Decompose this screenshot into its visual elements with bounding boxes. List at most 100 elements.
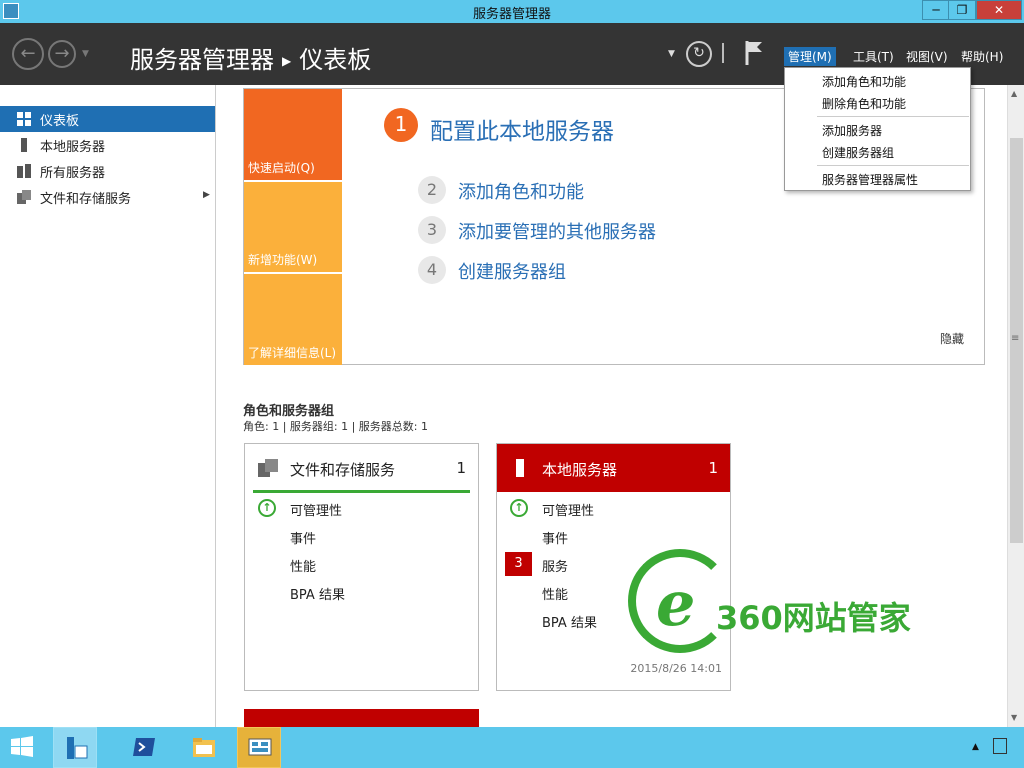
link-create-server-group[interactable]: 创建服务器组 xyxy=(458,258,566,284)
grip-icon: ≡ xyxy=(1011,333,1020,344)
menu-view[interactable]: 视图(V) xyxy=(902,47,952,66)
card-title: 本地服务器 xyxy=(542,461,618,479)
taskbar-file-explorer[interactable] xyxy=(182,727,226,768)
notifications-flag-icon[interactable] xyxy=(744,40,764,66)
watermark-logo: e 360网站管家 xyxy=(628,549,928,659)
sidebar-item-all-servers[interactable]: 所有服务器 xyxy=(0,158,215,184)
folder-icon xyxy=(193,738,215,757)
taskbar-server-manager[interactable] xyxy=(53,727,97,768)
status-bar xyxy=(253,490,470,493)
title-bar: 服务器管理器 ─ ❐ ✕ xyxy=(0,0,1024,23)
step-number: 2 xyxy=(418,176,446,204)
breadcrumb-root[interactable]: 服务器管理器 xyxy=(130,46,274,74)
menu-server-manager-properties[interactable]: 服务器管理器属性 xyxy=(822,171,918,188)
step-number: 1 xyxy=(384,108,418,142)
menu-tools[interactable]: 工具(T) xyxy=(849,47,898,66)
breadcrumb-current: 仪表板 xyxy=(299,46,372,74)
roles-section-title: 角色和服务器组 xyxy=(243,404,335,419)
step-number: 3 xyxy=(418,216,446,244)
menu-divider xyxy=(817,165,969,166)
card-row-services[interactable]: 服务 xyxy=(542,556,568,575)
tile-learn-more[interactable]: 了解详细信息(L) xyxy=(244,274,342,365)
sidebar-item-label: 本地服务器 xyxy=(40,140,106,155)
services-alert-badge: 3 xyxy=(505,552,532,576)
sidebar-item-label: 所有服务器 xyxy=(40,166,106,181)
restore-button[interactable]: ❐ xyxy=(948,0,976,20)
scroll-thumb[interactable]: ≡ xyxy=(1010,138,1023,543)
tile-label: 了解详细信息(L) xyxy=(248,346,337,360)
roles-summary: 角色: 1 | 服务器组: 1 | 服务器总数: 1 xyxy=(243,420,429,433)
link-configure-local-server[interactable]: 配置此本地服务器 xyxy=(430,112,614,146)
menu-add-servers[interactable]: 添加服务器 xyxy=(822,122,882,139)
tile-whats-new[interactable]: 新增功能(W) xyxy=(244,182,342,272)
sidebar-item-local-server[interactable]: 本地服务器 xyxy=(0,132,215,158)
ok-status-icon: ↑ xyxy=(258,499,276,517)
manage-dropdown-menu: 添加角色和功能 删除角色和功能 添加服务器 创建服务器组 服务器管理器属性 xyxy=(784,67,971,191)
card-row-events[interactable]: 事件 xyxy=(542,528,568,547)
menu-remove-roles[interactable]: 删除角色和功能 xyxy=(822,95,906,112)
server-manager-icon xyxy=(67,737,88,759)
card-row-events[interactable]: 事件 xyxy=(290,528,316,547)
card-row-performance[interactable]: 性能 xyxy=(290,556,316,575)
history-dropdown-icon[interactable]: ▼ xyxy=(82,49,89,59)
menu-add-roles[interactable]: 添加角色和功能 xyxy=(822,73,906,90)
dashboard-icon xyxy=(17,112,31,126)
network-icon[interactable] xyxy=(993,738,1007,754)
close-button[interactable]: ✕ xyxy=(976,0,1022,20)
header-divider xyxy=(722,43,724,63)
card-row-manageability[interactable]: 可管理性 xyxy=(290,500,342,519)
sidebar-item-label: 仪表板 xyxy=(40,114,80,129)
control-panel-icon xyxy=(248,738,272,756)
role-card-file-storage[interactable]: 文件和存储服务 1 ↑ 可管理性 事件 性能 BPA 结果 xyxy=(244,443,479,691)
taskbar-powershell[interactable] xyxy=(122,727,166,768)
card-row-bpa[interactable]: BPA 结果 xyxy=(542,612,597,631)
expand-arrow-icon[interactable]: ▶ xyxy=(203,190,210,200)
start-button[interactable] xyxy=(0,727,44,768)
watermark-text: 360网站管家 xyxy=(716,599,911,637)
back-button[interactable]: ← xyxy=(12,38,44,70)
minimize-button[interactable]: ─ xyxy=(922,0,950,20)
breadcrumb: 服务器管理器 ▶ 仪表板 xyxy=(130,40,371,75)
taskbar-control-panel[interactable] xyxy=(237,727,281,768)
storage-icon xyxy=(258,459,278,477)
menu-divider xyxy=(817,116,969,117)
card-count: 1 xyxy=(456,459,466,477)
card-header[interactable]: 文件和存储服务 1 xyxy=(245,444,478,492)
vertical-scrollbar[interactable]: ▲ ≡ ▼ xyxy=(1007,85,1024,727)
windows-logo-icon xyxy=(11,736,33,757)
step-number: 4 xyxy=(418,256,446,284)
breadcrumb-separator-icon: ▶ xyxy=(282,54,292,68)
card-count: 1 xyxy=(708,459,718,477)
hide-welcome-link[interactable]: 隐藏 xyxy=(940,330,964,347)
card-header[interactable]: 本地服务器 1 xyxy=(497,444,730,492)
powershell-icon xyxy=(133,738,155,756)
storage-icon xyxy=(17,190,31,204)
server-icon xyxy=(516,459,524,477)
scroll-down-icon[interactable]: ▼ xyxy=(1011,713,1017,722)
link-add-roles-features[interactable]: 添加角色和功能 xyxy=(458,178,584,204)
server-icon xyxy=(21,138,27,152)
show-hidden-icons[interactable]: ▲ xyxy=(972,742,979,752)
menu-manage[interactable]: 管理(M) xyxy=(784,47,836,66)
link-add-other-servers[interactable]: 添加要管理的其他服务器 xyxy=(458,218,656,244)
refresh-dropdown-icon[interactable]: ▼ xyxy=(668,49,675,59)
sidebar-item-file-storage[interactable]: 文件和存储服务 ▶ xyxy=(0,184,215,210)
ok-status-icon: ↑ xyxy=(510,499,528,517)
taskbar xyxy=(0,727,1024,768)
sidebar-item-dashboard[interactable]: 仪表板 xyxy=(0,106,215,132)
card-row-performance[interactable]: 性能 xyxy=(542,584,568,603)
tile-quick-start[interactable]: 快速启动(Q) xyxy=(244,89,342,180)
watermark-e-letter: e xyxy=(656,567,696,640)
refresh-icon[interactable]: ↻ xyxy=(686,41,712,67)
forward-button[interactable]: → xyxy=(48,40,76,68)
scroll-up-icon[interactable]: ▲ xyxy=(1011,89,1017,98)
card-row-bpa[interactable]: BPA 结果 xyxy=(290,584,345,603)
servers-icon xyxy=(17,164,31,178)
navigation-sidebar: 仪表板 本地服务器 所有服务器 文件和存储服务 ▶ xyxy=(0,85,216,727)
tile-label: 快速启动(Q) xyxy=(248,161,315,175)
card-row-manageability[interactable]: 可管理性 xyxy=(542,500,594,519)
menu-help[interactable]: 帮助(H) xyxy=(957,47,1007,66)
role-card-partial[interactable] xyxy=(244,709,479,727)
menu-create-server-group[interactable]: 创建服务器组 xyxy=(822,144,894,161)
sidebar-item-label: 文件和存储服务 xyxy=(40,192,132,207)
